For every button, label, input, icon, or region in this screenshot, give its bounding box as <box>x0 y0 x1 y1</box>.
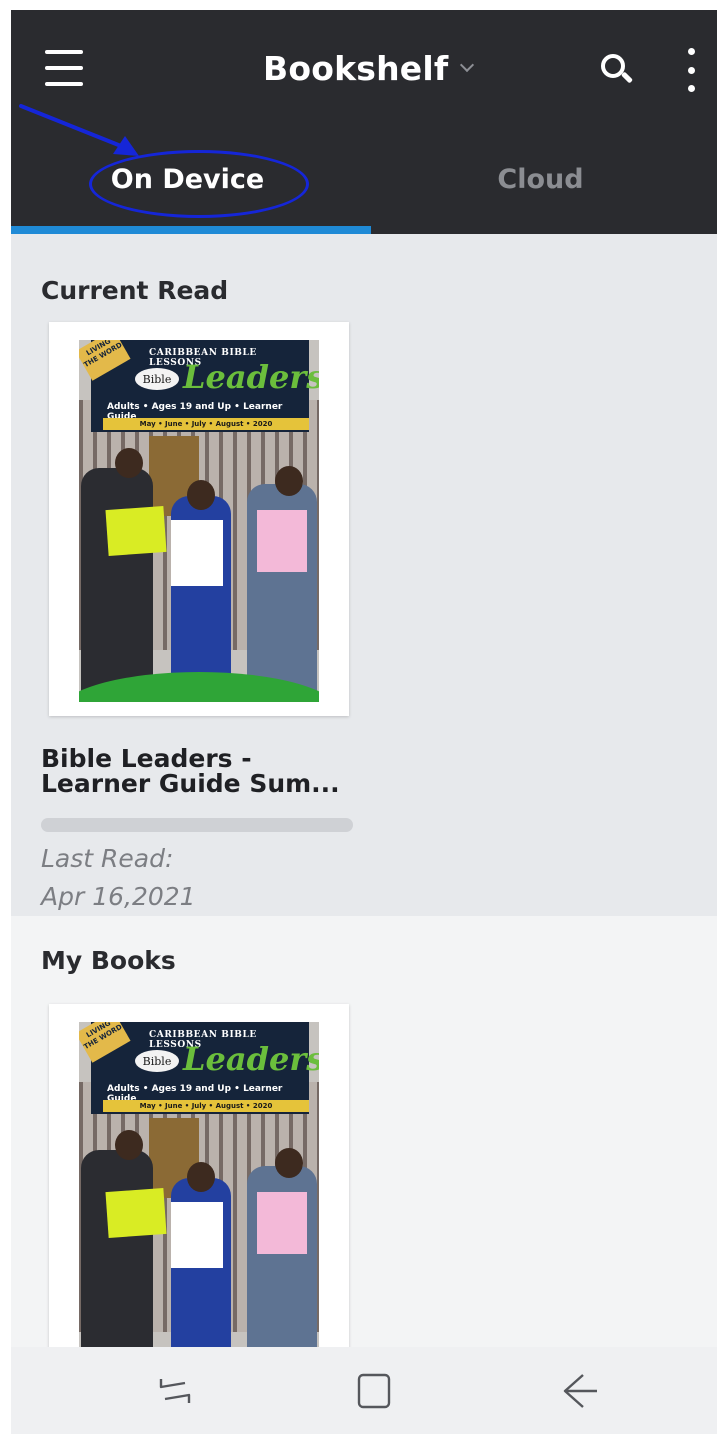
app-bar: Bookshelf On Device Cloud <box>11 10 717 234</box>
book-cover: CARIBBEAN BIBLE LESSONS Bible Leaders Ad… <box>79 1022 319 1384</box>
page-title: Bookshelf <box>263 48 449 88</box>
back-arrow-icon[interactable] <box>547 1363 607 1419</box>
home-icon[interactable] <box>345 1363 405 1419</box>
cover-dates: May • June • July • August • 2020 <box>103 1100 309 1112</box>
section-title-current-read: Current Read <box>41 276 229 305</box>
tab-cloud[interactable]: Cloud <box>364 138 717 234</box>
cover-bible: Bible <box>135 1050 179 1072</box>
tab-cloud-label: Cloud <box>497 164 584 195</box>
chevron-down-icon <box>460 57 475 73</box>
book-cover: CARIBBEAN BIBLE LESSONS Bible Leaders Ad… <box>79 340 319 702</box>
book-title-line2: Learner Guide Sum... <box>41 769 340 798</box>
last-read-label: Last Read: <box>41 844 174 873</box>
cover-bible: Bible <box>135 368 179 390</box>
reading-progress-bar <box>41 818 353 832</box>
current-book-card[interactable]: CARIBBEAN BIBLE LESSONS Bible Leaders Ad… <box>49 322 349 716</box>
more-vertical-icon[interactable] <box>679 46 703 94</box>
my-book-card[interactable]: CARIBBEAN BIBLE LESSONS Bible Leaders Ad… <box>49 1004 349 1384</box>
current-read-section: Current Read CARIBBEAN BIBLE LESSONS Bib… <box>11 234 717 916</box>
section-title-my-books: My Books <box>41 946 176 975</box>
cover-leaders: Leaders <box>183 358 319 396</box>
search-icon[interactable] <box>597 50 637 90</box>
annotation-arrow-icon <box>19 104 139 156</box>
cover-dates: May • June • July • August • 2020 <box>103 418 309 430</box>
screen: Bookshelf On Device Cloud Current Read C… <box>11 10 717 1434</box>
book-title[interactable]: Bible Leaders - Learner Guide Sum... <box>41 746 361 796</box>
selected-tab-indicator <box>11 226 371 234</box>
system-nav-bar <box>11 1347 717 1434</box>
bookshelf-dropdown[interactable]: Bookshelf <box>263 46 475 90</box>
cover-leaders: Leaders <box>183 1040 319 1078</box>
last-read-info: Last Read: Apr 16,2021 <box>41 840 196 916</box>
last-read-date: Apr 16,2021 <box>41 882 196 911</box>
book-title-line1: Bible Leaders - <box>41 744 252 773</box>
recent-apps-icon[interactable] <box>145 1363 205 1419</box>
hamburger-menu-icon[interactable] <box>39 46 89 90</box>
